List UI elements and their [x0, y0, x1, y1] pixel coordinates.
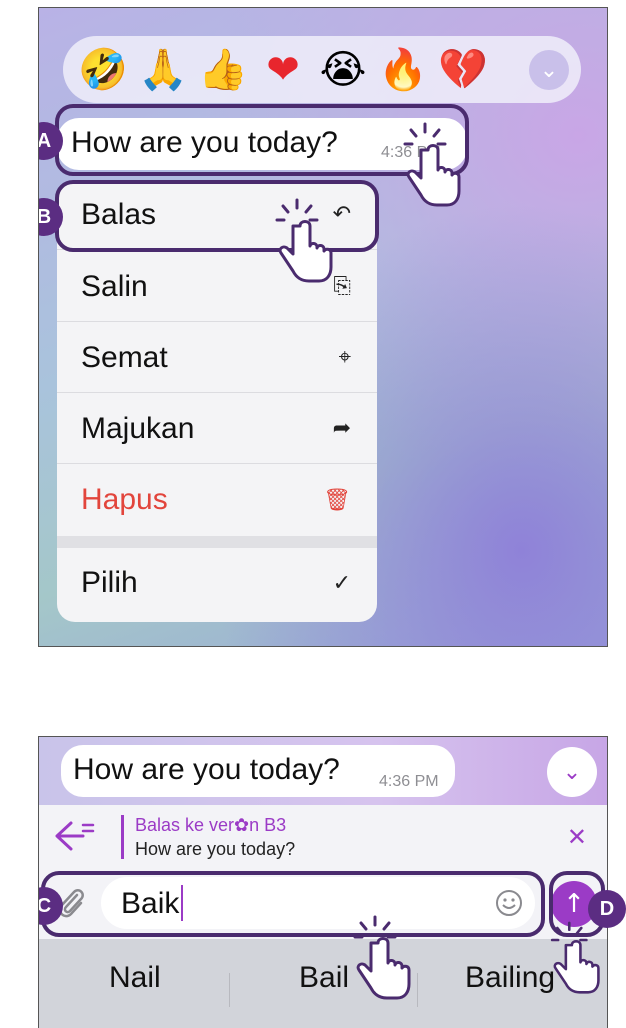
menu-item-label: Hapus	[81, 483, 168, 516]
broken-heart-emoji-icon: 💔	[438, 47, 488, 93]
menu-item-forward[interactable]: Majukan ➦	[57, 394, 377, 464]
reaction-broken-heart[interactable]: 💔	[435, 42, 491, 98]
pin-icon: ⌖	[338, 345, 351, 370]
suggestion-item[interactable]: Bailing	[465, 961, 555, 995]
reply-quote-text: How are you today?	[135, 839, 296, 859]
tap-hand-icon	[275, 198, 333, 283]
suggestion-item[interactable]: Bail	[299, 961, 349, 995]
menu-item-label: Salin	[81, 269, 148, 303]
crying-emoji-icon: 😭	[319, 46, 367, 93]
menu-item-label: Pilih	[81, 566, 138, 599]
tap-hand-icon	[353, 915, 411, 1000]
reply-arrow-icon	[55, 821, 95, 851]
fire-emoji-icon: 🔥	[378, 47, 428, 93]
menu-item-label: Majukan	[81, 411, 195, 445]
chevron-down-icon: ⌄	[562, 759, 582, 785]
reaction-crying[interactable]: 😭	[315, 42, 371, 98]
suggestion-item[interactable]: Nail	[109, 961, 161, 995]
keyboard-suggestions: Nail Bail Bailing	[39, 939, 607, 1028]
check-circle-icon: ✓	[332, 570, 351, 596]
forward-icon: ➦	[332, 416, 351, 441]
reaction-pray[interactable]: 🙏	[135, 42, 191, 98]
message-text: How are you today?	[73, 753, 340, 786]
scroll-down-button[interactable]: ⌄	[547, 747, 597, 797]
suggestion-divider	[229, 973, 230, 1007]
tap-hand-icon	[550, 921, 600, 994]
reaction-rofl[interactable]: 🤣	[75, 42, 131, 98]
menu-item-select[interactable]: Pilih ✓	[57, 548, 377, 618]
reaction-thumbs-up[interactable]: 👍	[195, 42, 251, 98]
heart-emoji-icon: ❤	[266, 46, 300, 93]
more-reactions-button[interactable]: ⌄	[529, 50, 569, 90]
chevron-down-icon: ⌄	[539, 57, 559, 82]
message-bubble[interactable]: How are you today? 4:36 PM	[61, 745, 455, 797]
thumbs-up-emoji-icon: 👍	[198, 47, 248, 93]
reply-compose-screen: How are you today? 4:36 PM ⌄ Balas ke ve…	[38, 736, 608, 1028]
callout-outline-c	[41, 871, 545, 937]
menu-item-label: Semat	[81, 340, 168, 374]
close-reply-icon[interactable]: ✕	[567, 823, 587, 851]
reply-target-label: Balas ke ver✿n B3	[135, 815, 287, 835]
pray-emoji-icon: 🙏	[138, 47, 188, 93]
callout-badge-d: D	[588, 890, 626, 928]
rofl-emoji-icon: 🤣	[78, 47, 128, 93]
reaction-heart[interactable]: ❤	[255, 42, 311, 98]
reaction-bar: 🤣 🙏 👍 ❤ 😭 🔥 💔 ⌄	[63, 36, 581, 103]
reply-preview-bar: Balas ke ver✿n B3 How are you today? ✕	[39, 805, 607, 867]
message-time: 4:36 PM	[379, 773, 439, 790]
menu-item-delete[interactable]: Hapus 🗑	[57, 465, 377, 535]
reaction-fire[interactable]: 🔥	[375, 42, 431, 98]
menu-item-pin[interactable]: Semat ⌖	[57, 323, 377, 393]
tap-hand-icon	[403, 122, 461, 207]
reply-accent-line	[121, 815, 124, 859]
menu-separator	[57, 536, 377, 548]
context-menu-screen: 🤣 🙏 👍 ❤ 😭 🔥 💔 ⌄ How are you today? 4:36 …	[38, 7, 608, 647]
trash-icon: 🗑	[323, 487, 351, 513]
